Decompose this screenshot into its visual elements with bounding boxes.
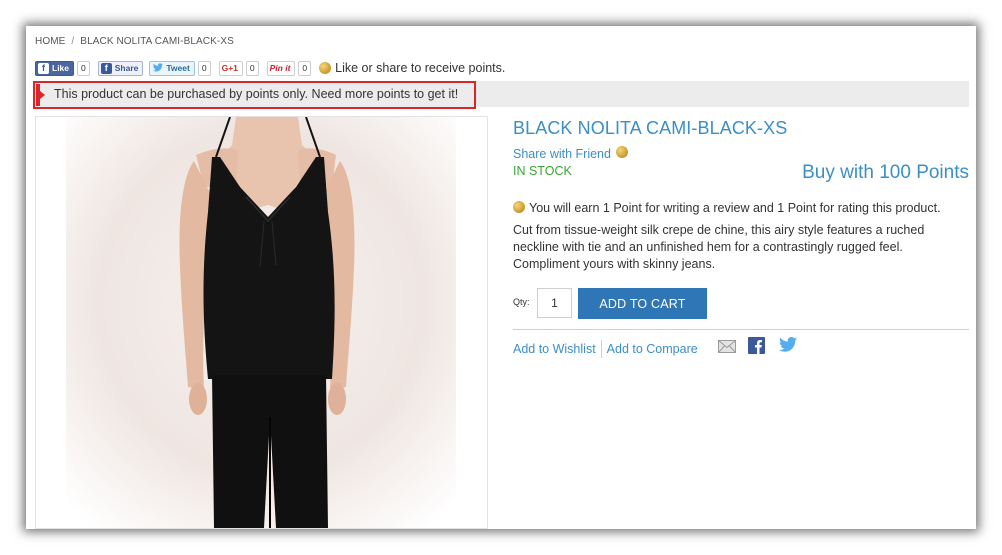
facebook-like-button[interactable]: f Like: [35, 60, 75, 76]
points-coin-icon: [616, 146, 629, 158]
email-share-icon[interactable]: [718, 340, 736, 358]
twitter-share-icon[interactable]: [779, 337, 797, 357]
share-with-friend-label: Share with Friend: [513, 147, 611, 161]
stock-status: IN STOCK: [513, 164, 572, 178]
twitter-tweet-label: Tweet: [166, 63, 190, 73]
add-to-compare-link[interactable]: Add to Compare: [607, 342, 698, 356]
qty-input[interactable]: [537, 288, 572, 318]
points-coin-icon: [513, 201, 525, 213]
twitter-tweet-button[interactable]: Tweet: [149, 60, 195, 76]
social-share-bar: f Like 0 f Share Tweet 0 G+1 0 Pin it 0 Li…: [35, 60, 505, 76]
pinterest-pin-button[interactable]: Pin it: [266, 60, 296, 76]
facebook-share-label: Share: [114, 63, 139, 73]
points-coin-icon: [319, 62, 332, 74]
facebook-share-button[interactable]: f Share: [97, 60, 144, 76]
page-frame: HOME / BLACK NOLITA CAMI-BLACK-XS f Like 0 …: [26, 26, 976, 529]
pinterest-pin-count: 0: [298, 60, 312, 76]
link-separator: [600, 340, 602, 358]
qty-label: Qty:: [513, 297, 530, 307]
add-to-cart-button[interactable]: ADD TO CART: [578, 288, 707, 319]
google-plus-label: G+1: [221, 63, 238, 73]
breadcrumb-home-link[interactable]: HOME: [35, 36, 65, 47]
buy-with-points-label: Buy with 100 Points: [802, 162, 969, 183]
facebook-share-icon[interactable]: [748, 337, 765, 359]
add-to-wishlist-link[interactable]: Add to Wishlist: [513, 342, 596, 356]
pinterest-pin-label: Pin it: [269, 63, 291, 73]
product-image[interactable]: [35, 116, 488, 529]
google-plus-count: 0: [245, 60, 259, 76]
earn-points-info: You will earn 1 Point for writing a revi…: [513, 201, 941, 215]
earn-points-text: You will earn 1 Point for writing a revi…: [529, 201, 941, 215]
breadcrumb: HOME / BLACK NOLITA CAMI-BLACK-XS: [35, 36, 234, 47]
google-plus-button[interactable]: G+1: [218, 60, 243, 76]
facebook-like-label: Like: [52, 63, 70, 73]
notice-highlight-box: [33, 81, 476, 109]
product-description: Cut from tissue-weight silk crepe de chi…: [513, 223, 925, 271]
facebook-icon: f: [38, 62, 49, 74]
product-actions: Add to Wishlist Add to Compare: [513, 340, 698, 358]
product-name: BLACK NOLITA CAMI-BLACK-XS: [513, 118, 788, 138]
facebook-icon: f: [100, 62, 112, 74]
facebook-like-count: 0: [77, 60, 90, 76]
product-photo-illustration: [66, 117, 456, 528]
breadcrumb-separator: /: [71, 36, 75, 47]
social-points-message: Like or share to receive points.: [335, 61, 506, 75]
twitter-bird-icon: [152, 62, 163, 74]
divider: [513, 329, 969, 330]
share-with-friend-link[interactable]: Share with Friend: [513, 146, 629, 161]
twitter-tweet-count: 0: [197, 60, 211, 76]
breadcrumb-current: BLACK NOLITA CAMI-BLACK-XS: [80, 36, 234, 47]
